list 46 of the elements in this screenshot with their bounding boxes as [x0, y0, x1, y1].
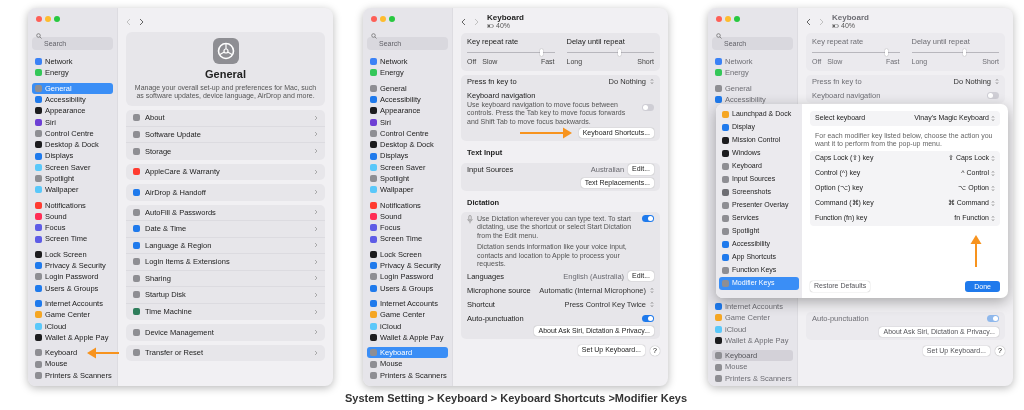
- chevron-icon: [314, 148, 318, 155]
- search-icon: [36, 32, 42, 39]
- chevron-icon: [314, 349, 318, 356]
- chevron-icon: [314, 168, 318, 175]
- search-icon: [716, 32, 722, 39]
- updown-chevron-icon[interactable]: [991, 184, 995, 192]
- chevron-icon: [314, 308, 318, 315]
- pointer-arrow: [86, 346, 121, 359]
- battery-icon: [832, 23, 839, 28]
- chevron-icon: [314, 131, 318, 138]
- battery-icon: [487, 23, 494, 28]
- pointer-arrow: [970, 234, 982, 268]
- updown-chevron-icon[interactable]: [991, 199, 995, 207]
- window-title: Keyboard: [487, 13, 524, 23]
- back-icon[interactable]: [806, 17, 811, 26]
- pointer-arrow: [518, 127, 573, 140]
- updown-chevron-icon[interactable]: [991, 115, 995, 122]
- caption: System Setting > Keyboard > Keyboard Shortcuts >Modifier Keys: [344, 391, 688, 406]
- gear-icon: [212, 38, 239, 64]
- chevron-icon: [314, 291, 318, 298]
- chevron-icon: [314, 329, 318, 336]
- updown-chevron-icon[interactable]: [991, 214, 995, 222]
- forward-icon[interactable]: [139, 17, 144, 26]
- toggle-switch[interactable]: [987, 315, 999, 323]
- toggle-switch[interactable]: [642, 314, 654, 322]
- chevron-icon: [314, 258, 318, 265]
- chevron-icon: [314, 114, 318, 121]
- search-icon: [371, 32, 377, 39]
- updown-chevron-icon[interactable]: [650, 300, 654, 308]
- updown-chevron-icon[interactable]: [991, 169, 995, 177]
- toggle-switch[interactable]: [642, 104, 654, 112]
- chevron-icon: [314, 242, 318, 249]
- updown-chevron-icon[interactable]: [991, 154, 995, 162]
- microphone-icon: [467, 214, 473, 224]
- updown-chevron-icon[interactable]: [650, 78, 654, 86]
- chevron-icon: [314, 275, 318, 282]
- updown-chevron-icon[interactable]: [650, 286, 654, 294]
- toggle-switch[interactable]: [642, 214, 654, 222]
- back-icon[interactable]: [461, 17, 466, 26]
- toggle-switch[interactable]: [987, 92, 999, 100]
- header-title: General: [205, 67, 246, 82]
- chevron-icon: [314, 209, 318, 216]
- chevron-icon: [314, 189, 318, 196]
- window-title: Keyboard: [832, 13, 869, 23]
- chevron-icon: [314, 225, 318, 232]
- updown-chevron-icon[interactable]: [995, 78, 999, 86]
